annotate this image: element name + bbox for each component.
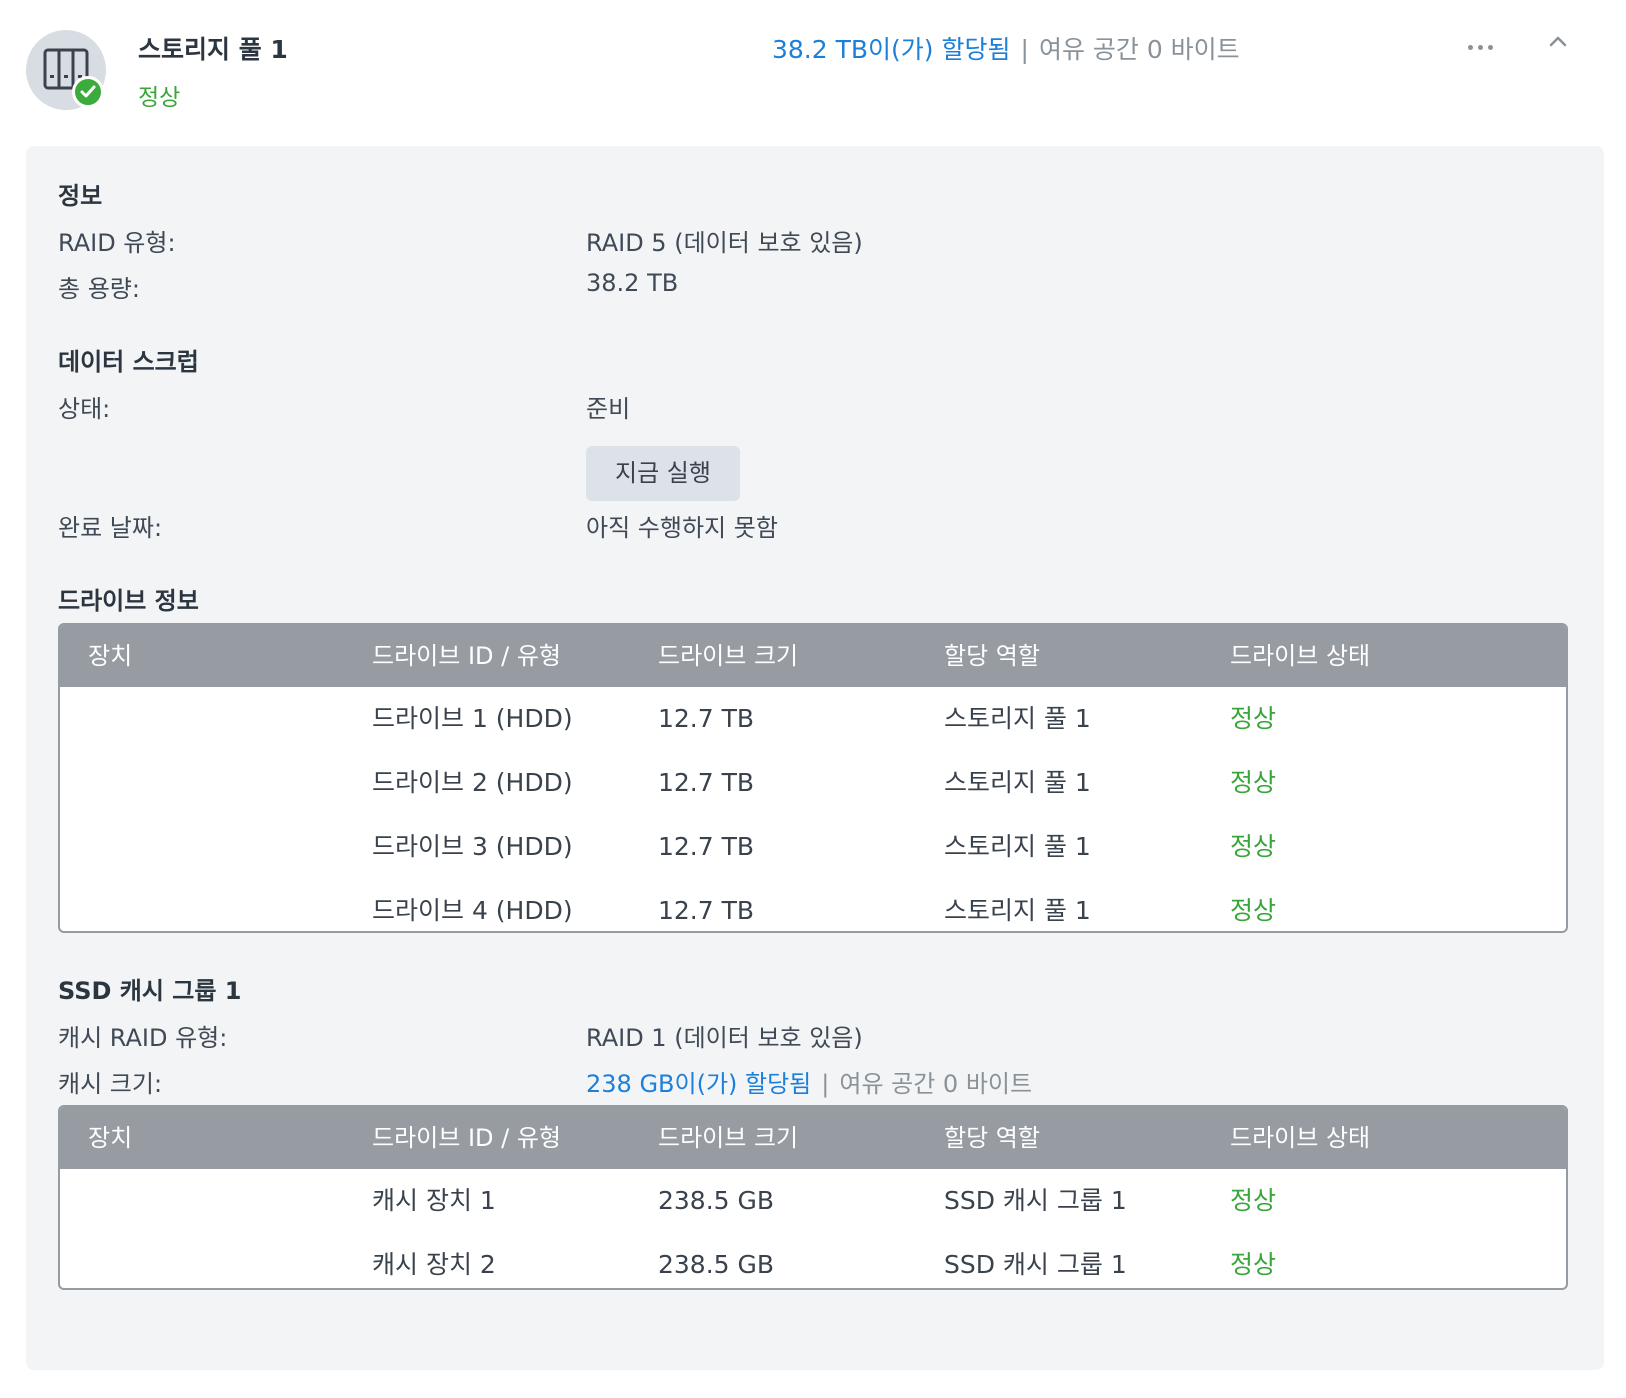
cache-raid-type-value: RAID 1 (데이터 보호 있음)	[586, 1024, 863, 1052]
more-dot	[1488, 45, 1493, 50]
more-options-button[interactable]	[1468, 35, 1508, 55]
drive-info-table: 장치 드라이브 ID / 유형 드라이브 크기 할당 역할 드라이브 상태 드라…	[58, 623, 1568, 933]
scrub-status-value: 준비	[586, 395, 631, 423]
column-header-status[interactable]: 드라이브 상태	[1230, 625, 1370, 687]
cell-drive-size: 238.5 GB	[658, 1186, 775, 1215]
table-row[interactable]: 드라이브 4 (HDD) 12.7 TB 스토리지 풀 1 정상	[60, 879, 1566, 931]
cache-raid-type-label: 캐시 RAID 유형:	[58, 1024, 228, 1052]
more-dot	[1468, 45, 1473, 50]
free-space: 여유 공간 0 바이트	[1038, 35, 1240, 64]
column-header-drive-id[interactable]: 드라이브 ID / 유형	[372, 625, 561, 687]
raid-type-value: RAID 5 (데이터 보호 있음)	[586, 229, 863, 257]
cell-status: 정상	[1230, 768, 1277, 797]
table-row[interactable]: 드라이브 1 (HDD) 12.7 TB 스토리지 풀 1 정상	[60, 687, 1566, 751]
cache-size-label: 캐시 크기:	[58, 1070, 163, 1098]
total-capacity-value: 38.2 TB	[586, 269, 679, 297]
drive-info-section-title: 드라이브 정보	[58, 587, 199, 615]
pool-allocation: 38.2 TB이(가) 할당됨 | 여유 공간 0 바이트	[772, 30, 1240, 66]
info-section-title: 정보	[58, 182, 103, 210]
cell-role: 스토리지 풀 1	[944, 704, 1091, 733]
pool-status: 정상	[138, 85, 181, 111]
cell-status: 정상	[1230, 896, 1277, 925]
chevron-up-icon	[1549, 36, 1567, 47]
cell-drive-id: 드라이브 3 (HDD)	[372, 832, 573, 861]
cell-drive-size: 12.7 TB	[658, 832, 755, 861]
run-now-button[interactable]: 지금 실행	[586, 446, 740, 501]
table-header: 장치 드라이브 ID / 유형 드라이브 크기 할당 역할 드라이브 상태	[60, 1107, 1566, 1169]
cell-status: 정상	[1230, 704, 1277, 733]
column-header-device[interactable]: 장치	[88, 1107, 132, 1169]
completed-date-label: 완료 날짜:	[58, 514, 163, 542]
cell-drive-size: 12.7 TB	[658, 768, 755, 797]
cell-drive-size: 238.5 GB	[658, 1250, 775, 1279]
ssd-cache-table: 장치 드라이브 ID / 유형 드라이브 크기 할당 역할 드라이브 상태 캐시…	[58, 1105, 1568, 1290]
column-header-role[interactable]: 할당 역할	[944, 1107, 1040, 1169]
cell-role: SSD 캐시 그룹 1	[944, 1250, 1127, 1279]
cell-drive-id: 드라이브 2 (HDD)	[372, 768, 573, 797]
cell-drive-id: 캐시 장치 2	[372, 1250, 496, 1279]
cell-drive-id: 드라이브 1 (HDD)	[372, 704, 573, 733]
storage-pool-header: 스토리지 풀 1 정상 38.2 TB이(가) 할당됨 | 여유 공간 0 바이트	[0, 0, 1626, 140]
cell-role: 스토리지 풀 1	[944, 768, 1091, 797]
cache-size-value: 238 GB이(가) 할당됨 | 여유 공간 0 바이트	[586, 1064, 1032, 1099]
column-header-device[interactable]: 장치	[88, 625, 132, 687]
cell-role: 스토리지 풀 1	[944, 896, 1091, 925]
column-header-drive-id[interactable]: 드라이브 ID / 유형	[372, 1107, 561, 1169]
table-row[interactable]: 드라이브 2 (HDD) 12.7 TB 스토리지 풀 1 정상	[60, 751, 1566, 815]
cache-free-space: 여유 공간 0 바이트	[839, 1070, 1033, 1098]
column-header-drive-size[interactable]: 드라이브 크기	[658, 1107, 798, 1169]
table-header: 장치 드라이브 ID / 유형 드라이브 크기 할당 역할 드라이브 상태	[60, 625, 1566, 687]
allocated-link[interactable]: 38.2 TB이(가) 할당됨	[772, 35, 1011, 64]
collapse-button[interactable]	[1546, 30, 1570, 54]
cell-drive-id: 캐시 장치 1	[372, 1186, 496, 1215]
check-circle-icon	[72, 76, 104, 108]
nas-drive-icon	[26, 30, 106, 110]
completed-date-value: 아직 수행하지 못함	[586, 514, 778, 542]
cell-status: 정상	[1230, 832, 1277, 861]
pool-title: 스토리지 풀 1	[138, 35, 288, 64]
table-row[interactable]: 캐시 장치 1 238.5 GB SSD 캐시 그룹 1 정상	[60, 1169, 1566, 1233]
ssd-cache-section-title: SSD 캐시 그룹 1	[58, 977, 242, 1005]
more-dot	[1478, 45, 1483, 50]
table-row[interactable]: 캐시 장치 2 238.5 GB SSD 캐시 그룹 1 정상	[60, 1233, 1566, 1288]
column-header-status[interactable]: 드라이브 상태	[1230, 1107, 1370, 1169]
cache-size-separator: |	[821, 1070, 830, 1098]
column-header-drive-size[interactable]: 드라이브 크기	[658, 625, 798, 687]
cell-drive-id: 드라이브 4 (HDD)	[372, 896, 573, 925]
cache-allocated-link[interactable]: 238 GB이(가) 할당됨	[586, 1070, 811, 1098]
cell-drive-size: 12.7 TB	[658, 896, 755, 925]
scrub-status-label: 상태:	[58, 395, 111, 423]
allocation-separator: |	[1020, 35, 1029, 64]
cell-drive-size: 12.7 TB	[658, 704, 755, 733]
cell-status: 정상	[1230, 1186, 1277, 1215]
raid-type-label: RAID 유형:	[58, 229, 176, 257]
scrub-section-title: 데이터 스크럽	[58, 348, 199, 376]
cell-role: 스토리지 풀 1	[944, 832, 1091, 861]
total-capacity-label: 총 용량:	[58, 275, 140, 303]
pool-details-panel: 정보 RAID 유형: RAID 5 (데이터 보호 있음) 총 용량: 38.…	[26, 146, 1604, 1370]
table-row[interactable]: 드라이브 3 (HDD) 12.7 TB 스토리지 풀 1 정상	[60, 815, 1566, 879]
cell-status: 정상	[1230, 1250, 1277, 1279]
cell-role: SSD 캐시 그룹 1	[944, 1186, 1127, 1215]
column-header-role[interactable]: 할당 역할	[944, 625, 1040, 687]
